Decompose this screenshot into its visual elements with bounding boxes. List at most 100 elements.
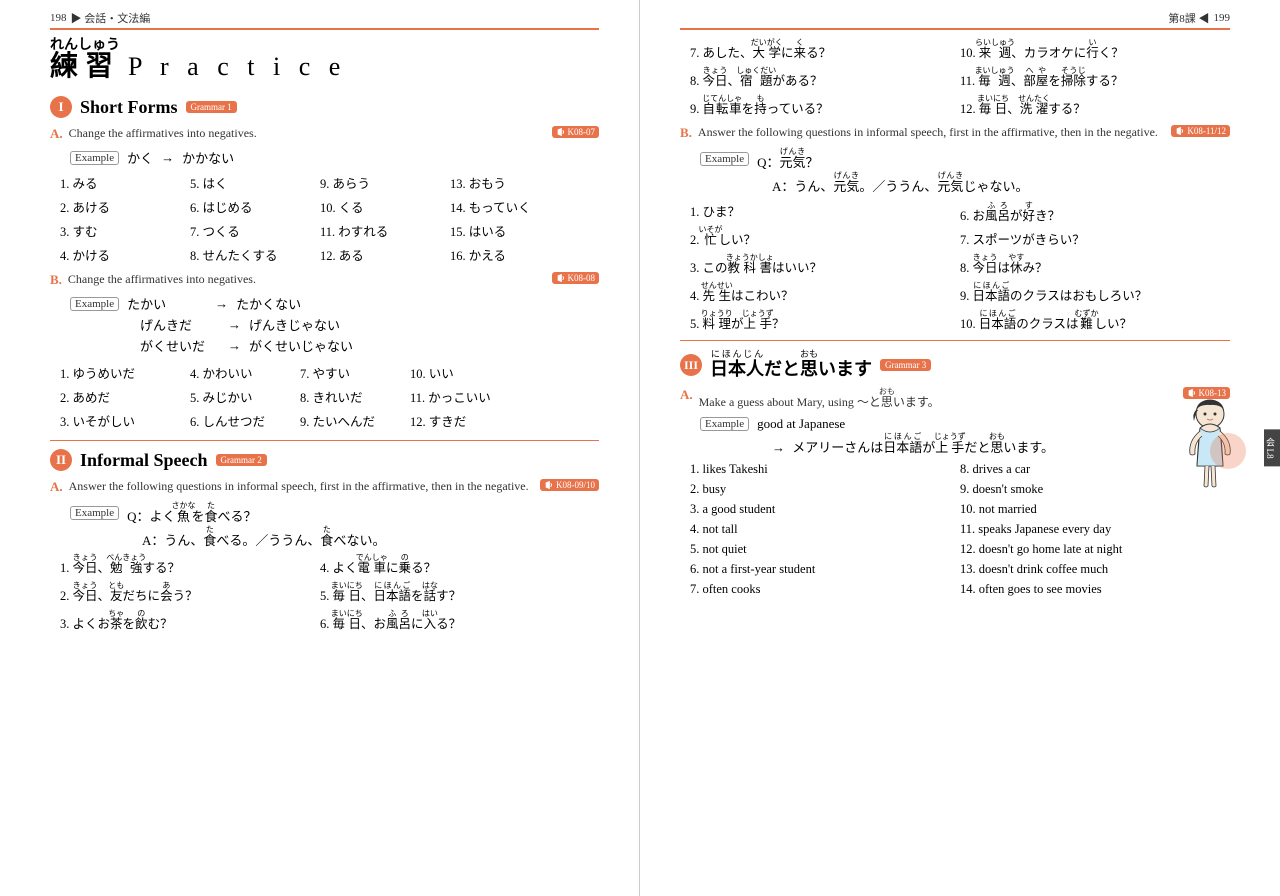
list-item: 16. かえる	[450, 245, 580, 264]
list-item: 2. あめだ	[60, 387, 190, 406]
list-item: 10. 来週らいしゅう、カラオケに行いく？	[960, 38, 1230, 61]
section1-b-text: Change the affirmatives into negatives.	[68, 272, 547, 287]
audio-icon	[556, 127, 566, 137]
section3-title: 日本人にほんじんだと思おもいます	[710, 349, 872, 381]
list-item: 9. たいへんだ	[300, 411, 410, 430]
section1-title: Short Forms	[80, 97, 178, 118]
section1-b-audio[interactable]: K08-08	[552, 272, 600, 284]
list-item: 1. likes Takeshi	[690, 462, 960, 477]
list-item: 15. はいる	[450, 221, 580, 240]
practice-kanji: 練れん	[50, 51, 78, 82]
example-q: Q：よく魚さかなを食たべる？	[127, 501, 256, 525]
list-item: 1. 今日きょう、勉強べんきょうする？	[60, 553, 320, 576]
audio-icon	[544, 480, 554, 490]
section3-a-text: Make a guess about Mary, using 〜と思おもいます。	[699, 387, 1178, 410]
list-item: 6. しんせつだ	[190, 411, 300, 430]
left-page: 198 ▶ 会話・文法編 練れん習しゅう P r a c t i c e I S…	[0, 0, 640, 896]
list-item: 7. つくる	[190, 221, 320, 240]
section1-number: I	[50, 96, 72, 118]
list-item: 13. doesn't drink coffee much	[960, 562, 1230, 577]
b-ex-left: たかい	[127, 294, 207, 313]
list-item: 5. 料理りょうりが上手じょうず？	[690, 309, 960, 332]
list-item: 4. よく電車でんしゃに乗のる？	[320, 553, 580, 576]
section3-a-items: 1. likes Takeshi 2. busy 3. a good stude…	[690, 462, 1230, 597]
section2-b-row: B. Answer the following questions in inf…	[680, 125, 1230, 141]
section2-b-example: Example Q：元気げんき？ A：うん、元気げんき。／ううん、元気げんきじゃ…	[700, 147, 1230, 195]
section2-a-row: A. Answer the following questions in inf…	[50, 479, 599, 495]
list-item: 2. あける	[60, 197, 190, 216]
practice-title: 練れん習しゅう P r a c t i c e	[50, 38, 599, 82]
list-item: 1. ひま？	[690, 201, 960, 220]
section2-b-audio[interactable]: K08-11/12	[1171, 125, 1230, 137]
section2-a-items: 1. 今日きょう、勉強べんきょうする？ 4. よく電車でんしゃに乗のる？ 2. …	[60, 553, 599, 632]
list-item: 5. みじかい	[190, 387, 300, 406]
section3-a-example: Example good at Japanese → メアリーさんは日本語にほん…	[700, 416, 1230, 456]
section3-number: III	[680, 354, 702, 376]
example-a: A：うん、食たべる。／ううん、食たべない。	[142, 533, 385, 548]
list-item: 4. かける	[60, 245, 190, 264]
example-label: Example	[70, 297, 119, 311]
list-item: 12. ある	[320, 245, 450, 264]
section1-a-audio[interactable]: K08-07	[552, 126, 600, 138]
list-item: 10. 日本語にほんごのクラスは難むずかしい？	[960, 309, 1230, 332]
section2-a-example: Example Q：よく魚さかなを食たべる？ A：うん、食たべる。／ううん、食た…	[70, 501, 599, 549]
b-items-col2: 6. お風呂ふろが好すき？ 7. スポーツがきらい？ 8. 今日きょうは休やすみ…	[960, 201, 1230, 332]
list-item: 11. speaks Japanese every day	[960, 522, 1230, 537]
section3-example-arrow: →	[772, 440, 785, 455]
section2-a-audio[interactable]: K08-09/10	[540, 479, 599, 491]
list-item: 8. せんたくする	[190, 245, 320, 264]
character-svg	[1170, 396, 1250, 506]
example-label: Example	[70, 506, 119, 520]
section1-b-row: B. Change the affirmatives into negative…	[50, 272, 599, 288]
section1-grammar-tag: Grammar 1	[186, 101, 237, 113]
list-item: 8. きれいだ	[300, 387, 410, 406]
list-item: 6. not a first-year student	[690, 562, 960, 577]
section1-a-text: Change the affirmatives into negatives.	[69, 126, 547, 141]
list-item: 4. not tall	[690, 522, 960, 537]
section2-b-items: 1. ひま？ 2. 忙いそがしい？ 3. この教科書きょうかしょはいい？ 4. …	[690, 201, 1230, 332]
list-item: 12. 毎日まいにち、洗濯せんたくする？	[960, 94, 1230, 117]
example-label: Example	[700, 417, 749, 431]
side-tab: 会 L8	[1264, 429, 1280, 466]
right-top-items: 7. あした、大学だいがくに来くる？ 8. 今日きょう、宿題しゅくだいがある？ …	[690, 38, 1230, 117]
list-item: 9. 自転車じてんしゃを持もっている？	[690, 94, 960, 117]
left-page-header: 198 ▶ 会話・文法編	[50, 10, 599, 30]
list-item: 10. いい	[410, 363, 520, 382]
right-page: 第8課 ◀ 199 7. あした、大学だいがくに来くる？ 8. 今日きょう、宿題…	[640, 0, 1280, 896]
section2-a-text: Answer the following questions in inform…	[69, 479, 535, 494]
list-item: 5. はく	[190, 173, 320, 192]
b-example-q: Q：元気げんき？	[757, 147, 818, 171]
section3-example-jp: メアリーさんは日本語にほんごが上手じょうずだと思おもいます。	[792, 440, 1054, 455]
section2-b-text: Answer the following questions in inform…	[698, 125, 1166, 140]
list-item: 4. 先生せんせいはこわい？	[690, 281, 960, 304]
audio-icon	[1175, 126, 1185, 136]
right-page-number: 199	[1214, 12, 1231, 24]
list-item: 11. 毎週まいしゅう、部屋へやを掃除そうじする？	[960, 66, 1230, 89]
list-item: 7. スポーツがきらい？	[960, 229, 1230, 248]
section2-b-label: B.	[680, 125, 692, 141]
example-right: かかない	[182, 148, 234, 167]
practice-roman: P r a c t i c e	[128, 52, 346, 82]
list-item: 11. かっこいい	[410, 387, 520, 406]
example-label: Example	[70, 151, 119, 165]
right-top-col1: 7. あした、大学だいがくに来くる？ 8. 今日きょう、宿題しゅくだいがある？ …	[690, 38, 960, 117]
list-item: 6. 毎日まいにち、お風呂ふろに入はいる？	[320, 609, 580, 632]
list-item: 7. often cooks	[690, 582, 960, 597]
section1-a-example: Example かく → かかない	[70, 148, 599, 167]
b-example-line3: がくせいだ → がくせいじゃない	[140, 336, 599, 355]
section1-a-label: A.	[50, 126, 63, 142]
list-item: 5. 毎日まいにち、日本語にほんごを話はなす？	[320, 581, 580, 604]
section3-header: III 日本人にほんじんだと思おもいます Grammar 3	[680, 349, 1230, 381]
list-item: 12. すきだ	[410, 411, 520, 430]
section1-b-examples: Example たかい → たかくない げんきだ → げんきじゃない がくせいだ…	[70, 294, 599, 355]
list-item: 9. 日本語にほんごのクラスはおもしろい？	[960, 281, 1230, 304]
section2-grammar-tag: Grammar 2	[216, 454, 267, 466]
list-item: 3. よくお茶ちゃを飲のむ？	[60, 609, 320, 632]
b-example-line: Example たかい → たかくない	[70, 294, 599, 313]
section3-a-row: A. Make a guess about Mary, using 〜と思おもい…	[680, 387, 1230, 410]
right-page-header: 第8課 ◀ 199	[680, 10, 1230, 30]
character-illustration	[1170, 396, 1250, 496]
b-example-a: A：うん、元気げんき。／ううん、元気げんきじゃない。	[772, 179, 1028, 194]
eng-col1: 1. likes Takeshi 2. busy 3. a good stude…	[690, 462, 960, 597]
list-item: 14. often goes to see movies	[960, 582, 1230, 597]
